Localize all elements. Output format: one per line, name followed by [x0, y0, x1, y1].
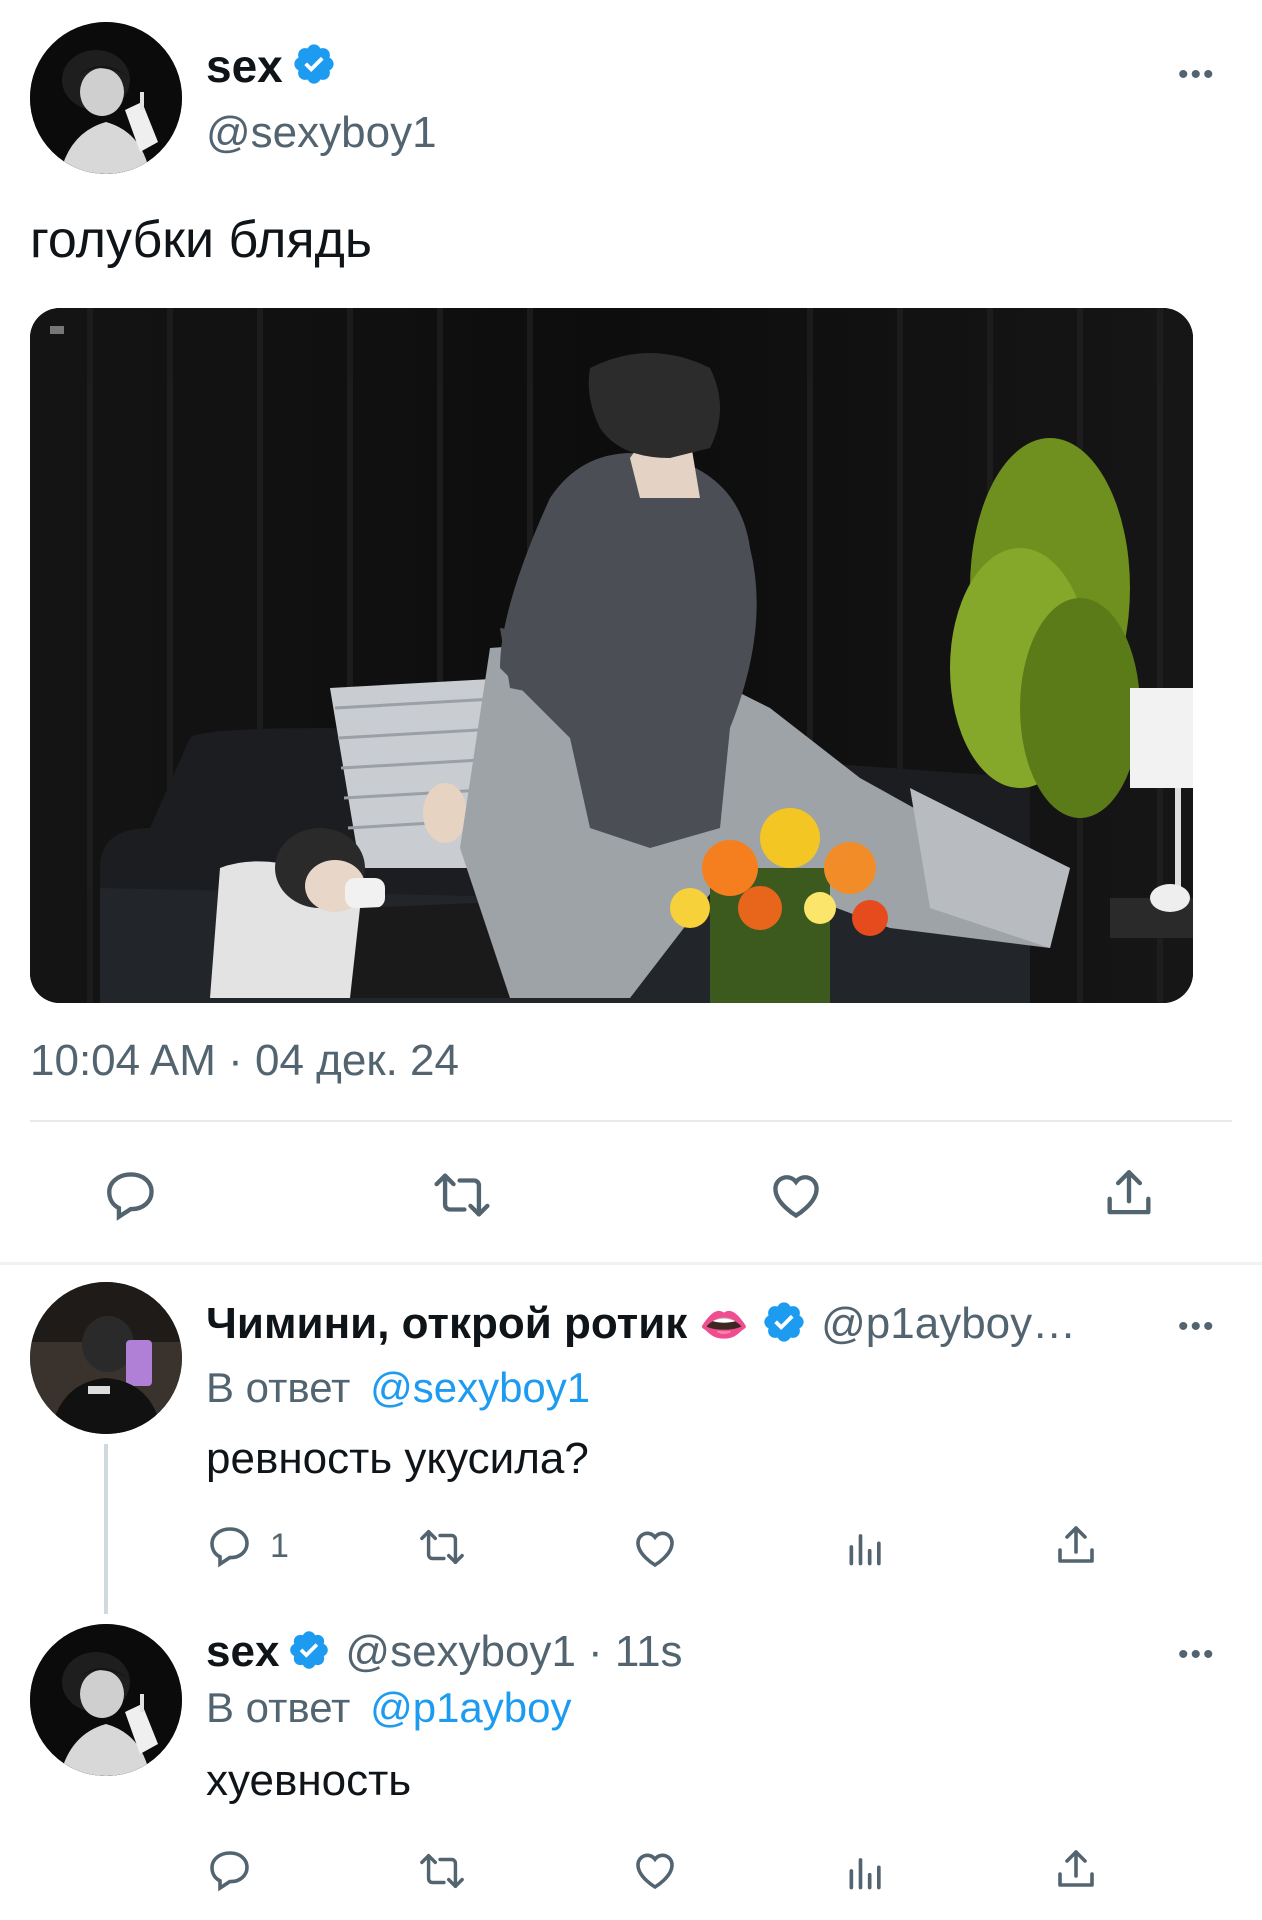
reply-text: ревность укусила? — [206, 1434, 589, 1483]
reply-more-options-icon[interactable]: ••• — [1178, 1310, 1216, 1344]
share-icon[interactable] — [1052, 1846, 1100, 1894]
reply2-author-avatar[interactable] — [30, 1624, 182, 1776]
reply-icon[interactable] — [206, 1846, 254, 1894]
author-handle[interactable]: @sexyboy1 — [206, 108, 437, 158]
reply-author-name[interactable]: Чимини, открой ротик — [206, 1299, 687, 1349]
more-options-icon[interactable]: ••• — [1178, 58, 1216, 92]
author-name[interactable]: sex — [206, 39, 283, 93]
reply-icon[interactable] — [102, 1166, 160, 1224]
reply-author-avatar[interactable] — [30, 1282, 182, 1434]
reply-count: 1 — [270, 1526, 289, 1565]
tweet-text: голубки блядь — [30, 211, 372, 269]
author-name-row: sex — [206, 38, 337, 94]
reply-to-prefix: В ответ — [206, 1364, 351, 1411]
thread-connector-line — [104, 1444, 108, 1614]
section-divider — [0, 1262, 1262, 1265]
share-icon[interactable] — [1052, 1522, 1100, 1570]
reply-author-handle[interactable]: @p1ayboy… — [821, 1299, 1076, 1349]
retweet-icon[interactable] — [430, 1166, 494, 1224]
verified-badge-icon — [287, 1628, 331, 1677]
tweet-media-image[interactable] — [30, 308, 1193, 1003]
verified-badge-icon — [761, 1299, 807, 1350]
reply2-time[interactable]: · 11s — [588, 1627, 683, 1677]
like-icon[interactable] — [630, 1846, 680, 1894]
reply2-header-row: sex @sexyboy1 · 11s — [206, 1624, 683, 1680]
tweet-timestamp[interactable]: 10:04 AM · 04 дек. 24 — [30, 1036, 459, 1086]
reply2-to-mention[interactable]: @p1ayboy — [370, 1684, 571, 1731]
author-avatar[interactable] — [30, 22, 182, 174]
reply-header-row: Чимини, открой ротик 👄 @p1ayboy… — [206, 1296, 1076, 1352]
lips-emoji-icon: 👄 — [699, 1302, 750, 1347]
retweet-icon[interactable] — [416, 1848, 468, 1894]
like-icon[interactable] — [630, 1524, 680, 1572]
reply-action-reply[interactable]: 1 — [206, 1522, 289, 1570]
reply2-more-options-icon[interactable]: ••• — [1178, 1638, 1216, 1672]
analytics-icon[interactable] — [844, 1848, 888, 1894]
verified-badge-icon — [291, 41, 337, 92]
reply2-author-name[interactable]: sex — [206, 1627, 279, 1677]
reply-icon — [206, 1522, 254, 1570]
share-icon[interactable] — [1100, 1164, 1158, 1224]
reply-to-line: В ответ @sexyboy1 — [206, 1364, 590, 1412]
reply-to-mention[interactable]: @sexyboy1 — [370, 1364, 590, 1411]
like-icon[interactable] — [766, 1166, 826, 1224]
reply2-author-handle[interactable]: @sexyboy1 — [345, 1627, 576, 1677]
reply2-text: хуевность — [206, 1756, 412, 1805]
retweet-icon[interactable] — [416, 1524, 468, 1570]
reply2-to-line: В ответ @p1ayboy — [206, 1684, 572, 1732]
reply2-to-prefix: В ответ — [206, 1684, 351, 1731]
analytics-icon[interactable] — [844, 1524, 888, 1570]
divider — [30, 1120, 1232, 1122]
